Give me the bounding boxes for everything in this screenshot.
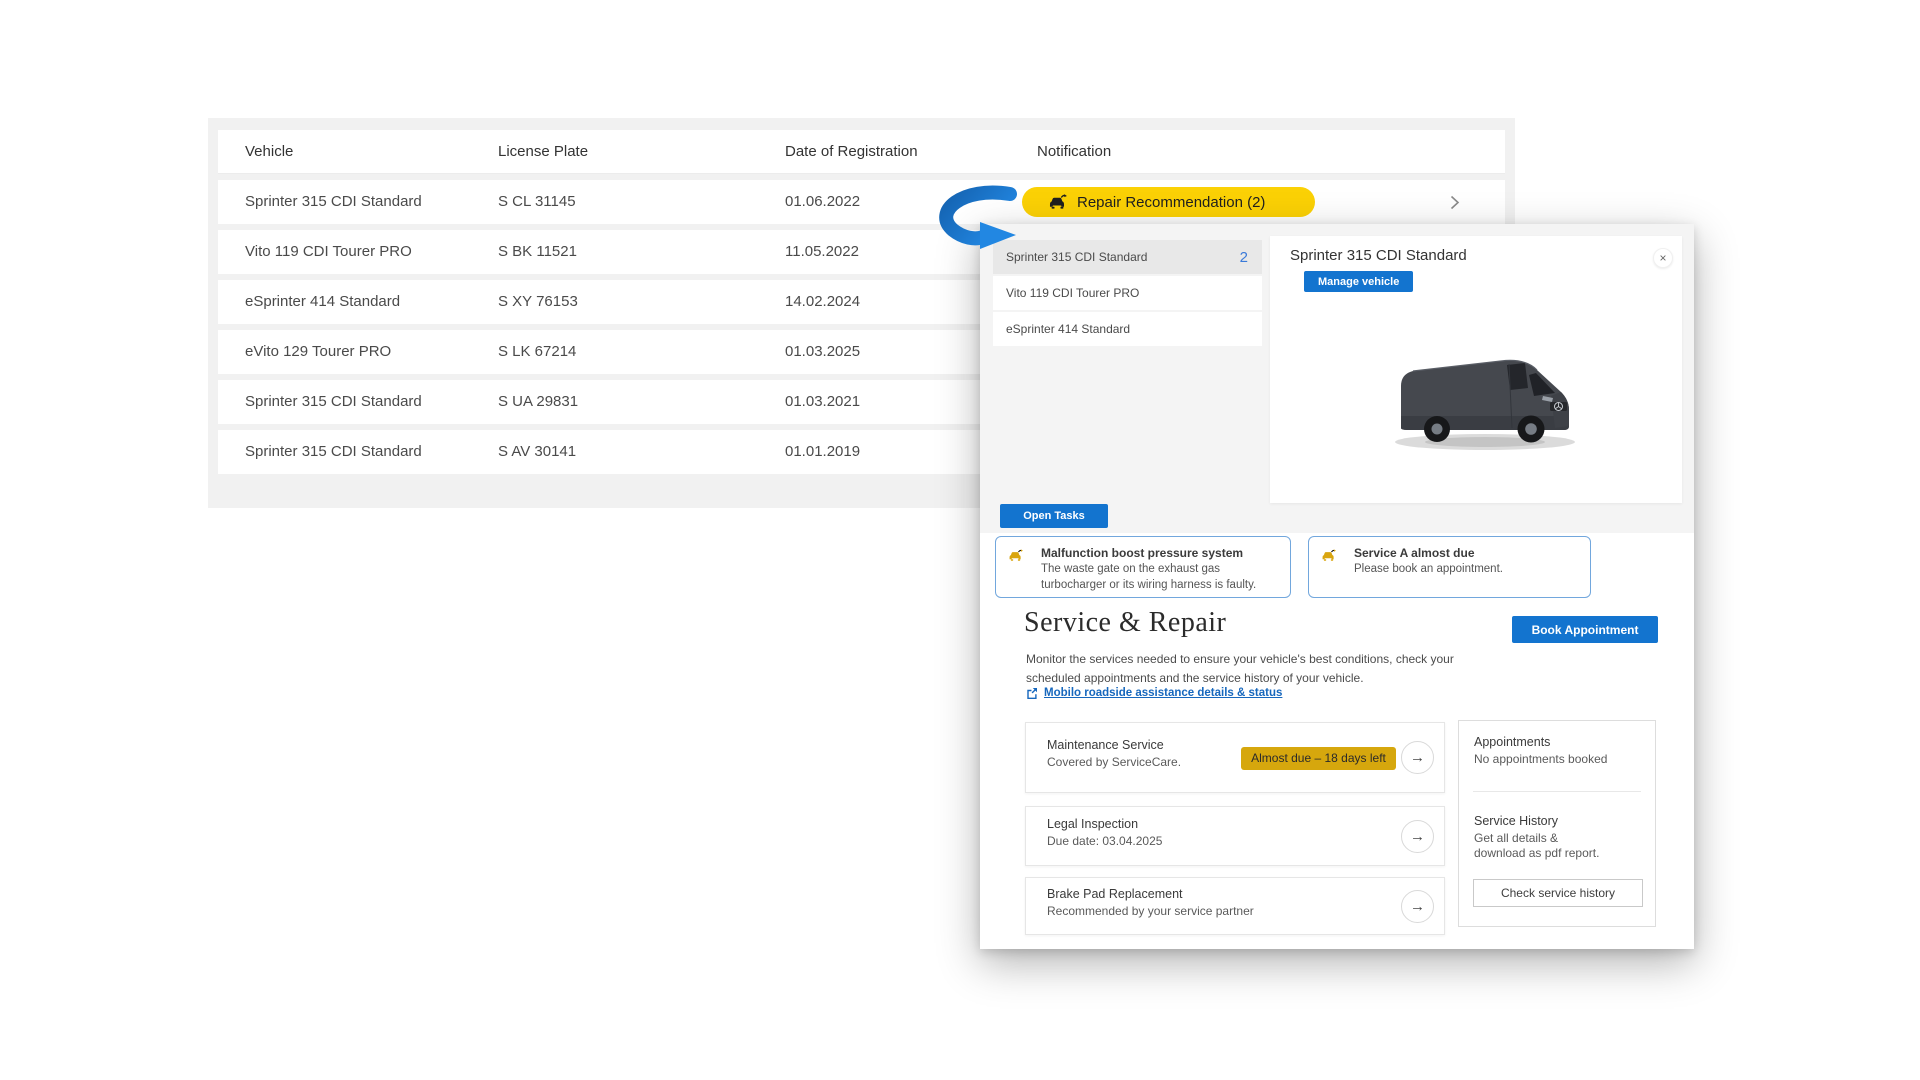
service-item-maintenance[interactable]: Maintenance Service Covered by ServiceCa… (1025, 722, 1445, 793)
service-item-subtitle: Due date: 03.04.2025 (1047, 834, 1162, 848)
task-car-icon (1321, 549, 1336, 562)
almost-due-badge: Almost due – 18 days left (1241, 747, 1396, 770)
cell-plate: S XY 76153 (498, 280, 578, 324)
appointments-title: Appointments (1474, 735, 1550, 749)
service-item-title: Legal Inspection (1047, 817, 1138, 831)
service-repair-description: Monitor the services needed to ensure yo… (1026, 650, 1504, 689)
service-history-line1: Get all details & (1474, 831, 1558, 847)
service-item-subtitle: Recommended by your service partner (1047, 904, 1254, 918)
open-tasks-count-badge: 2 (1240, 249, 1248, 266)
service-item-brake-pad[interactable]: Brake Pad Replacement Recommended by you… (1025, 877, 1445, 935)
chevron-right-icon[interactable] (1450, 195, 1460, 210)
table-header-row: Vehicle License Plate Date of Registrati… (218, 130, 1505, 174)
vehicle-list-item-esprinter-414[interactable]: eSprinter 414 Standard (993, 312, 1262, 346)
service-history-title: Service History (1474, 814, 1558, 828)
cell-date: 01.03.2021 (785, 380, 860, 424)
vehicle-list-item-vito-119[interactable]: Vito 119 CDI Tourer PRO (993, 276, 1262, 310)
task-card-malfunction: Malfunction boost pressure system The wa… (995, 536, 1291, 598)
task-title: Service A almost due (1354, 546, 1580, 560)
arrow-right-icon[interactable]: → (1401, 741, 1434, 774)
service-item-title: Brake Pad Replacement (1047, 887, 1183, 901)
task-description: Please book an appointment. (1354, 562, 1580, 578)
cell-plate: S CL 31145 (498, 180, 576, 224)
service-item-legal-inspection[interactable]: Legal Inspection Due date: 03.04.2025 → (1025, 806, 1445, 866)
cell-plate: S LK 67214 (498, 330, 576, 374)
cell-date: 01.06.2022 (785, 180, 860, 224)
task-car-icon (1008, 549, 1023, 562)
task-description: The waste gate on the exhaust gas turboc… (1041, 562, 1280, 593)
cell-vehicle: Vito 119 CDI Tourer PRO (245, 230, 412, 274)
van-image (1385, 336, 1595, 466)
overlay-top-section: Sprinter 315 CDI Standard 2 Vito 119 CDI… (980, 224, 1694, 533)
appointments-status: No appointments booked (1474, 752, 1607, 768)
repair-car-icon (1048, 194, 1067, 210)
cell-vehicle: Sprinter 315 CDI Standard (245, 380, 422, 424)
mobilo-assistance-link[interactable]: Mobilo roadside assistance details & sta… (1026, 687, 1282, 699)
pointer-arrow (928, 176, 1046, 258)
vehicle-detail-card: Sprinter 315 CDI Standard Manage vehicle… (1270, 236, 1682, 503)
service-item-title: Maintenance Service (1047, 738, 1164, 752)
mobilo-link-label: Mobilo roadside assistance details & sta… (1044, 687, 1282, 699)
cell-date: 11.05.2022 (785, 230, 859, 274)
appointments-history-card: Appointments No appointments booked Serv… (1458, 720, 1656, 927)
check-service-history-button[interactable]: Check service history (1473, 879, 1643, 907)
repair-recommendation-label: Repair Recommendation (2) (1077, 194, 1265, 211)
divider (1473, 791, 1641, 792)
service-history-line2: download as pdf report. (1474, 846, 1599, 862)
cell-vehicle: Sprinter 315 CDI Standard (245, 180, 422, 224)
external-link-icon (1026, 687, 1038, 699)
service-item-subtitle: Covered by ServiceCare. (1047, 755, 1181, 769)
cell-plate: S BK 11521 (498, 230, 577, 274)
cell-vehicle: eSprinter 414 Standard (245, 280, 400, 324)
open-tasks-button[interactable]: Open Tasks (1000, 504, 1108, 528)
vehicle-list-label: eSprinter 414 Standard (1006, 322, 1248, 336)
close-icon[interactable]: × (1653, 248, 1673, 268)
cell-plate: S UA 29831 (498, 380, 578, 424)
vehicle-detail-overlay: Sprinter 315 CDI Standard 2 Vito 119 CDI… (980, 224, 1694, 949)
cell-vehicle: Sprinter 315 CDI Standard (245, 430, 422, 474)
header-license-plate: License Plate (498, 130, 588, 174)
arrow-right-icon[interactable]: → (1401, 890, 1434, 923)
header-vehicle: Vehicle (245, 130, 293, 174)
manage-vehicle-button[interactable]: Manage vehicle (1304, 271, 1413, 292)
cell-plate: S AV 30141 (498, 430, 576, 474)
task-title: Malfunction boost pressure system (1041, 546, 1280, 560)
service-repair-heading: Service & Repair (1024, 607, 1226, 639)
repair-recommendation-button[interactable]: Repair Recommendation (2) (1022, 187, 1315, 217)
cell-date: 01.01.2019 (785, 430, 860, 474)
task-card-service-a: Service A almost due Please book an appo… (1308, 536, 1591, 598)
cell-vehicle: eVito 129 Tourer PRO (245, 330, 391, 374)
table-row[interactable]: Sprinter 315 CDI Standard S CL 31145 01.… (218, 180, 1505, 224)
header-notification: Notification (1037, 130, 1111, 174)
arrow-right-icon[interactable]: → (1401, 820, 1434, 853)
vehicle-detail-title: Sprinter 315 CDI Standard (1290, 247, 1467, 264)
cell-date: 14.02.2024 (785, 280, 860, 324)
book-appointment-button[interactable]: Book Appointment (1512, 616, 1658, 643)
cell-date: 01.03.2025 (785, 330, 860, 374)
header-date-of-registration: Date of Registration (785, 130, 918, 174)
vehicle-list-label: Vito 119 CDI Tourer PRO (1006, 286, 1248, 300)
